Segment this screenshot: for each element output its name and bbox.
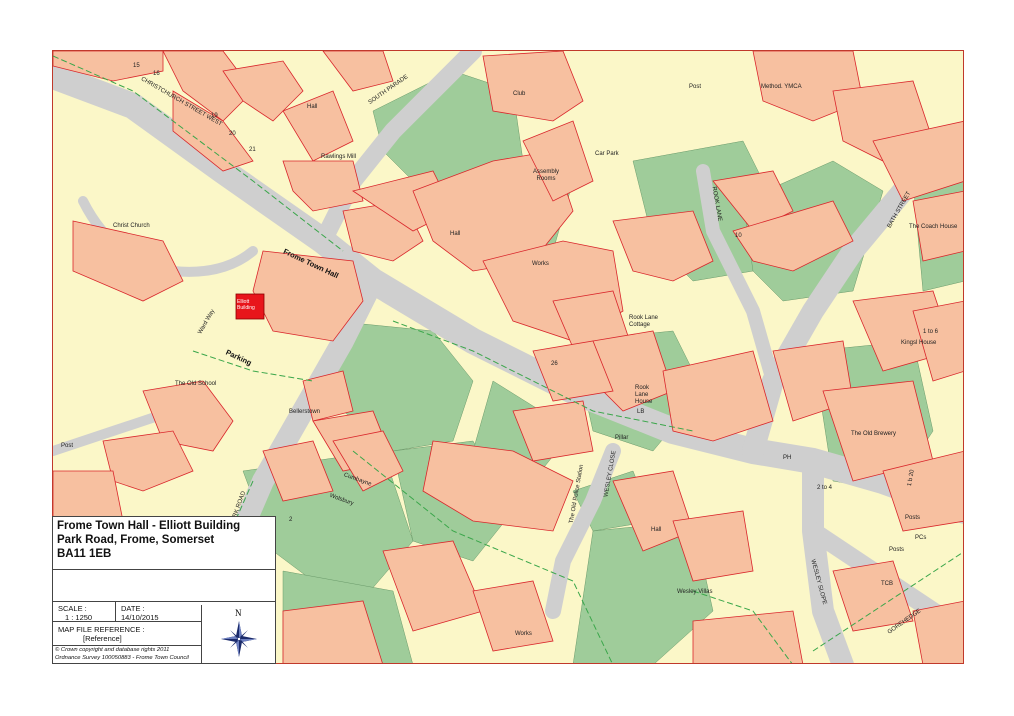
map-ref-label: MAP FILE REFERENCE : (58, 625, 145, 634)
label-club: Club (513, 91, 526, 97)
label-wesley-villas: Wesley Villas (677, 589, 713, 595)
label-hall-3: Hall (651, 527, 662, 533)
label-ph: PH (783, 455, 792, 461)
copyright-line-1: © Crown copyright and database rights 20… (55, 647, 170, 653)
label-tcb: TCB (881, 581, 893, 587)
label-num-15: 15 (133, 63, 140, 69)
label-methodist-ymca: Method. YMCA (761, 84, 802, 90)
label-num-2to4: 2 to 4 (817, 485, 833, 491)
label-works-2: Works (515, 631, 532, 637)
label-num-21: 21 (249, 147, 256, 153)
label-rawlings-mill: Rawlings Mill (321, 154, 357, 160)
title-line-1: Frome Town Hall - Elliott Building (57, 520, 241, 532)
label-assembly-rooms: Assembly Rooms (532, 169, 559, 182)
label-car-park: Car Park (595, 151, 619, 157)
label-posts-3: Posts (905, 515, 921, 521)
label-old-brewery: The Old Brewery (851, 431, 897, 437)
label-num-26: 26 (551, 361, 558, 367)
label-lb: LB (637, 409, 645, 415)
label-christ-church: Christ Church (113, 223, 150, 229)
label-num-19: 19 (211, 113, 218, 119)
date-label: DATE : (121, 604, 145, 613)
copyright-divider (53, 645, 201, 646)
title-block: Frome Town Hall - Elliott Building Park … (52, 516, 276, 664)
label-rook-lane-cottage: Rook Lane Cottage (629, 315, 659, 328)
scale-date-separator (115, 601, 116, 621)
label-elliott-building: Elliott Building (237, 299, 255, 311)
north-arrow-box: N (201, 605, 276, 663)
label-kingsl-house: Kingsl House (901, 340, 937, 346)
title-divider (53, 569, 275, 570)
label-num-20: 20 (229, 131, 236, 137)
compass-rose-icon (221, 621, 257, 657)
label-old-school: The Old School (175, 381, 217, 387)
label-hall-2: Hall (450, 231, 461, 237)
label-hall-1: Hall (307, 104, 318, 110)
label-num-10: 10 (735, 233, 742, 239)
label-pillar: Pillar (615, 435, 629, 441)
map-ref-value: [Reference] (83, 634, 122, 643)
label-post-1: Post (689, 84, 702, 90)
label-posts-4: Posts (889, 547, 905, 553)
label-bellerstown: Bellerstown (289, 409, 321, 415)
ref-divider (53, 621, 201, 622)
label-coach-house: The Coach House (909, 224, 958, 230)
scale-divider (53, 601, 275, 602)
label-num-16: 16 (153, 71, 160, 77)
title-line-3: BA11 1EB (57, 548, 112, 560)
copyright-line-2: Ordnance Survey 100050883 - Frome Town C… (55, 655, 189, 661)
label-pcs: PCs (915, 535, 927, 541)
label-num-2: 2 (289, 517, 293, 523)
label-num-1to6: 1 to 6 (923, 329, 939, 335)
scale-label: SCALE : (58, 604, 87, 613)
title-line-2: Park Road, Frome, Somerset (57, 534, 215, 546)
map-title: Frome Town Hall - Elliott Building Park … (57, 519, 240, 561)
label-works-1: Works (532, 261, 549, 267)
label-rook-lane-house: Rook Lane House (635, 385, 653, 405)
label-post-2: Post (61, 443, 74, 449)
